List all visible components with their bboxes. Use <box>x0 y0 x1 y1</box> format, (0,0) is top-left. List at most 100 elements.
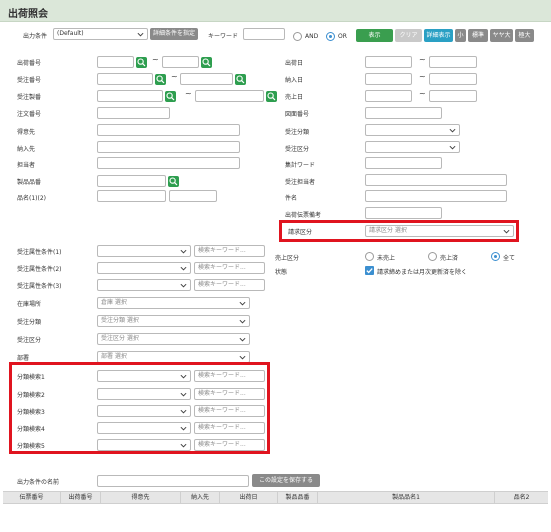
order-staff-input[interactable] <box>365 174 507 186</box>
customer-input[interactable] <box>97 124 240 136</box>
attr3-select[interactable] <box>97 279 191 291</box>
order-no-from-input[interactable] <box>97 73 153 85</box>
shipment-no-to-input[interactable] <box>162 56 199 68</box>
delivery-date-to-input[interactable] <box>429 73 477 85</box>
div-select[interactable]: 受注区分 選択 <box>97 333 250 345</box>
contact-input[interactable] <box>97 157 240 169</box>
dept-placeholder: 部署 選択 <box>101 353 127 360</box>
chevron-down-icon <box>180 392 187 397</box>
order-div-label: 受注区分 <box>285 146 310 153</box>
category2-keyword-input[interactable]: 検索キーワード... <box>194 388 265 400</box>
chevron-down-icon <box>239 337 246 342</box>
category1-keyword-input[interactable]: 検索キーワード... <box>194 370 265 382</box>
not-sold-label: 未売上 <box>377 255 396 262</box>
order-class-select[interactable] <box>365 124 460 136</box>
size-slightly-large-button[interactable]: ヤヤ大 <box>490 29 513 42</box>
sold-label: 売上済 <box>440 255 459 262</box>
ship-date-from-input[interactable] <box>365 56 412 68</box>
exclude-closed-checkbox[interactable] <box>365 266 374 275</box>
attr3-keyword-input[interactable]: 検索キーワード... <box>194 279 265 291</box>
category4-select[interactable] <box>97 422 191 434</box>
save-condition-button[interactable]: この設定を保存する <box>252 474 320 487</box>
search-icon[interactable] <box>266 91 277 102</box>
sales-date-to-input[interactable] <box>429 90 477 102</box>
not-sold-radio[interactable] <box>365 252 374 261</box>
range-tilde: ~ <box>171 72 178 81</box>
category2-select[interactable] <box>97 388 191 400</box>
order-item-no-to-input[interactable] <box>195 90 264 102</box>
product-name1-input[interactable] <box>97 190 166 202</box>
shipment-no-label: 出荷番号 <box>17 60 42 67</box>
ship-date-to-input[interactable] <box>429 56 477 68</box>
search-icon[interactable] <box>165 91 176 102</box>
order-div-select[interactable] <box>365 141 460 153</box>
category5-keyword-input[interactable]: 検索キーワード... <box>194 439 265 451</box>
sales-div-label: 売上区分 <box>275 255 300 262</box>
search-icon[interactable] <box>155 74 166 85</box>
check-icon <box>366 268 373 274</box>
keyword-input[interactable] <box>243 28 285 40</box>
and-radio[interactable] <box>293 32 302 41</box>
chevron-down-icon <box>137 32 144 37</box>
column-header[interactable]: 出荷番号 <box>61 492 101 504</box>
category3-label: 分類検索3 <box>17 409 45 416</box>
class-select[interactable]: 受注分類 選択 <box>97 315 250 327</box>
column-header[interactable]: 伝票番号 <box>3 492 61 504</box>
search-icon[interactable] <box>136 57 147 68</box>
column-header[interactable]: 得意先 <box>101 492 181 504</box>
product-code-input[interactable] <box>97 175 166 187</box>
column-header[interactable]: 出荷日 <box>220 492 278 504</box>
sales-date-from-input[interactable] <box>365 90 412 102</box>
invoice-div-select[interactable]: 請求区分 選択 <box>365 225 514 237</box>
output-condition-value: (Default) <box>57 30 84 37</box>
location-select[interactable]: 倉庫 選択 <box>97 297 250 309</box>
slip-note-input[interactable] <box>365 207 442 219</box>
category3-select[interactable] <box>97 405 191 417</box>
search-icon[interactable] <box>201 57 212 68</box>
order-item-no-from-input[interactable] <box>97 90 163 102</box>
search-icon[interactable] <box>235 74 246 85</box>
detail-show-button[interactable]: 詳細表示 <box>424 29 453 42</box>
chevron-down-icon <box>239 355 246 360</box>
page-header <box>0 0 551 22</box>
category5-select[interactable] <box>97 439 191 451</box>
attr1-select[interactable] <box>97 245 191 257</box>
drawing-no-input[interactable] <box>365 107 442 119</box>
search-icon[interactable] <box>168 176 179 187</box>
location-placeholder: 倉庫 選択 <box>101 299 127 306</box>
category3-keyword-input[interactable]: 検索キーワード... <box>194 405 265 417</box>
column-header[interactable]: 製品品番 <box>278 492 318 504</box>
column-header[interactable]: 納入先 <box>181 492 220 504</box>
ship-to-input[interactable] <box>97 141 240 153</box>
clear-button[interactable]: クリア <box>395 29 422 42</box>
detail-condition-button[interactable]: 詳細条件を指定 <box>150 28 198 40</box>
chevron-down-icon <box>180 374 187 379</box>
attr2-keyword-input[interactable]: 検索キーワード... <box>194 262 265 274</box>
chevron-down-icon <box>449 128 456 133</box>
product-name2-input[interactable] <box>169 190 217 202</box>
subject-input[interactable] <box>365 190 507 202</box>
size-small-button[interactable]: 小 <box>455 29 466 42</box>
size-standard-button[interactable]: 標準 <box>468 29 488 42</box>
or-radio[interactable] <box>326 32 335 41</box>
attr1-keyword-input[interactable]: 検索キーワード... <box>194 245 265 257</box>
category4-keyword-input[interactable]: 検索キーワード... <box>194 422 265 434</box>
column-header[interactable]: 品名2 <box>495 492 548 504</box>
delivery-date-from-input[interactable] <box>365 73 412 85</box>
note-no-input[interactable] <box>97 107 170 119</box>
output-condition-select[interactable]: (Default) <box>53 28 148 40</box>
slip-note-label: 出荷伝票備考 <box>285 212 322 219</box>
save-name-input[interactable] <box>97 475 249 487</box>
show-button[interactable]: 表示 <box>356 29 393 42</box>
chevron-down-icon <box>239 301 246 306</box>
sold-radio[interactable] <box>428 252 437 261</box>
column-header[interactable]: 製品品名1 <box>318 492 495 504</box>
category1-label: 分類検索1 <box>17 374 45 381</box>
attr2-select[interactable] <box>97 262 191 274</box>
order-no-to-input[interactable] <box>180 73 233 85</box>
category1-select[interactable] <box>97 370 191 382</box>
collect-word-input[interactable] <box>365 157 442 169</box>
shipment-no-from-input[interactable] <box>97 56 134 68</box>
all-radio[interactable] <box>491 252 500 261</box>
size-large-button[interactable]: 極大 <box>515 29 534 42</box>
